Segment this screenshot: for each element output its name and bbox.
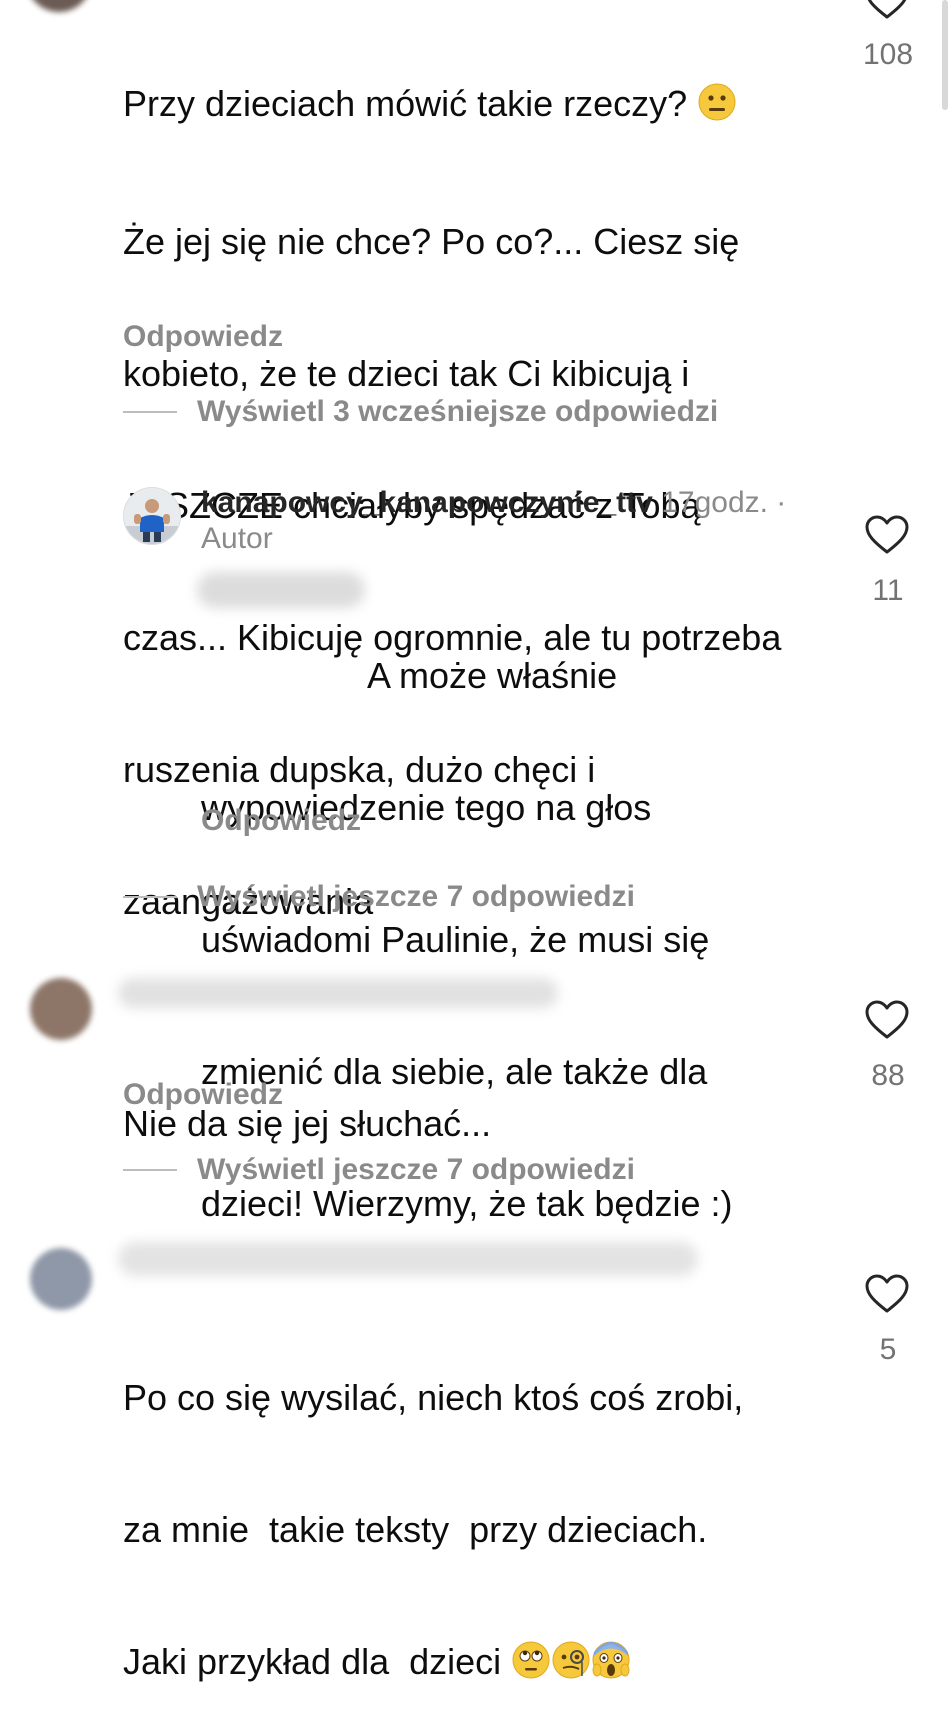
comment-line: uświadomi Paulinie, że musi się [201, 919, 710, 960]
comment-line: kobieto, że te dzieci tak Ci kibicują i [123, 353, 690, 394]
scrollbar[interactable] [942, 0, 948, 110]
divider [123, 896, 177, 898]
eye-roll-emoji [511, 1640, 551, 1690]
divider [123, 1169, 177, 1171]
reply-button[interactable]: Odpowiedz [201, 804, 361, 838]
author-badge: Autor [201, 522, 273, 555]
divider [123, 411, 177, 413]
like-count: 108 [862, 38, 914, 71]
avatar[interactable] [30, 978, 92, 1040]
heart-outline-icon[interactable] [864, 0, 910, 20]
comment-line: Przy dzieciach mówić takie rzeczy? [123, 82, 843, 132]
heart-outline-icon[interactable] [864, 515, 910, 555]
comment-line: A może właśnie [367, 655, 618, 696]
username-redacted [118, 978, 558, 1008]
view-replies-button[interactable]: Wyświetl jeszcze 7 odpowiedzi [197, 1153, 635, 1187]
comment-line: Że jej się nie chce? Po co?... Ciesz się [123, 221, 740, 262]
person-avatar-icon [124, 488, 180, 544]
view-replies-button[interactable]: Wyświetl jeszcze 7 odpowiedzi [197, 880, 635, 914]
screaming-face-emoji [591, 1640, 631, 1690]
monocle-face-emoji [551, 1640, 591, 1690]
timestamp: 17godz. · [661, 486, 787, 519]
heart-outline-icon[interactable] [864, 1274, 910, 1314]
username[interactable]: kanapowcy_kanapowczynie_ttv [201, 486, 653, 519]
reply-button[interactable]: Odpowiedz [123, 1078, 283, 1112]
comment-line: za mnie takie teksty przy dzieciach. [123, 1509, 708, 1550]
comment-text: Po co się wysilać, niech ktoś coś zrobi,… [123, 1288, 843, 1734]
heart-outline-icon[interactable] [864, 1000, 910, 1040]
neutral-face-emoji [697, 82, 737, 132]
author-avatar[interactable] [123, 487, 181, 545]
avatar[interactable] [30, 1248, 92, 1310]
avatar[interactable] [26, 0, 92, 12]
comment-line: Jaki przykład dla dzieci [123, 1640, 843, 1690]
view-replies-button[interactable]: Wyświetl 3 wcześniejsze odpowiedzi [197, 395, 718, 429]
like-count: 88 [871, 1059, 905, 1092]
reply-button[interactable]: Odpowiedz [123, 320, 283, 354]
like-count: 11 [872, 574, 904, 607]
username-redacted [118, 1242, 698, 1276]
comment-header: kanapowcy_kanapowczynie_ttv 17godz. · [201, 484, 841, 522]
comment-line: Po co się wysilać, niech ktoś coś zrobi, [123, 1377, 744, 1418]
like-count: 5 [879, 1333, 897, 1366]
